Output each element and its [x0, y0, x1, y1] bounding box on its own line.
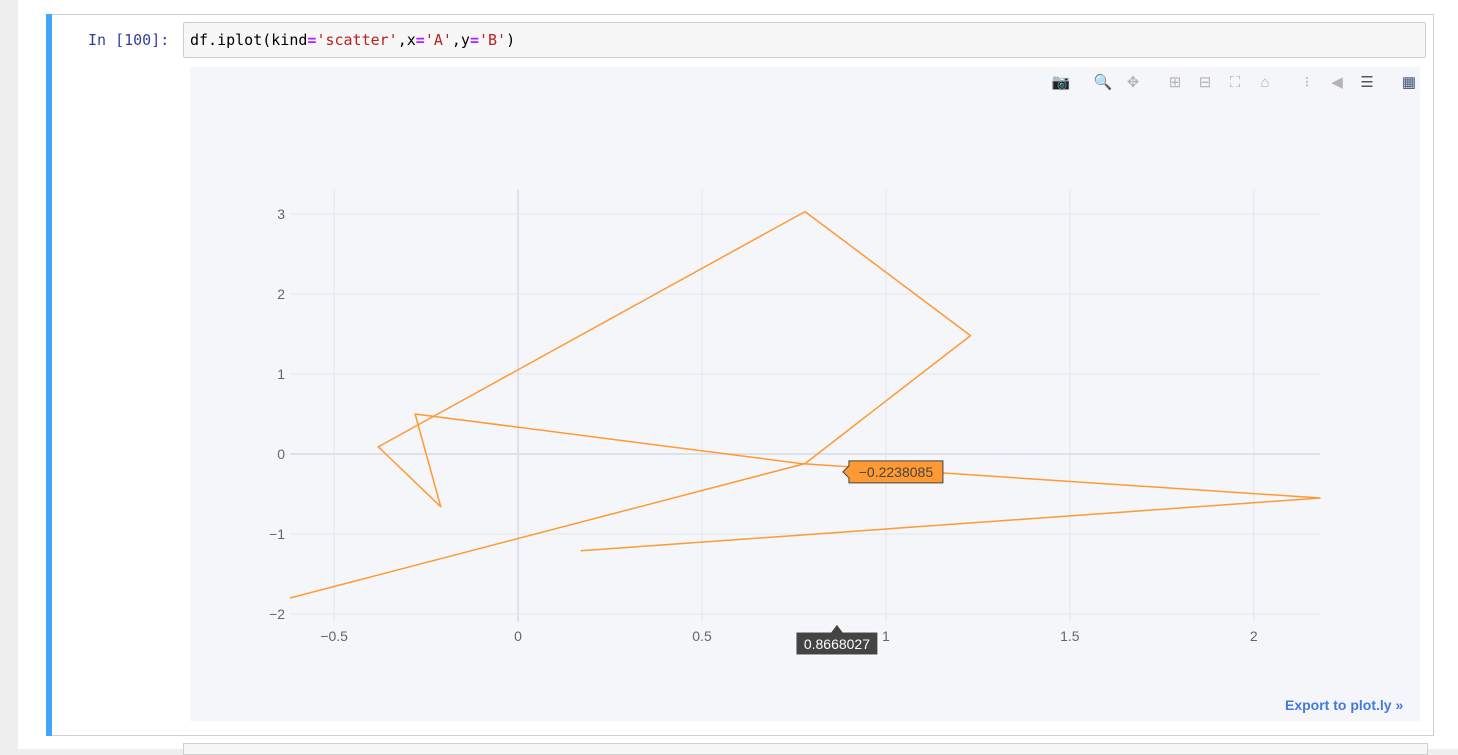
scatter-chart[interactable]: −0.5 0 0.5 1 1.5 2 −2 −1 0 1 2 3 −0.2238085 0.866802… — [0, 0, 1458, 749]
chart-series — [289, 210, 1321, 599]
y-tick-label: −1 — [269, 526, 285, 542]
export-to-plotly-link[interactable]: Export to plot.ly » — [1285, 697, 1403, 713]
x-tick-label: 0 — [514, 628, 522, 644]
notebook-page: In [100]: df.iplot(kind='scatter',x='A',… — [0, 0, 1458, 755]
series-line — [289, 210, 1321, 599]
x-tick-label: −0.5 — [320, 628, 348, 644]
x-tick-label: 2 — [1250, 628, 1258, 644]
next-cell[interactable] — [183, 743, 1428, 755]
y-tick-label: −2 — [269, 606, 285, 622]
y-tick-label: 2 — [277, 286, 285, 302]
x-hover-label-text: 0.8668027 — [804, 636, 870, 652]
x-tick-label: 1.5 — [1060, 628, 1080, 644]
y-tick-label: 1 — [277, 366, 285, 382]
y-tick-label: 3 — [277, 206, 285, 222]
y-tick-label: 0 — [277, 446, 285, 462]
x-tick-label: 0.5 — [692, 628, 712, 644]
x-tick-label: 1 — [882, 628, 890, 644]
y-hover-label-text: −0.2238085 — [859, 464, 934, 480]
chart-hover-labels: −0.2238085 0.8668027 — [795, 460, 944, 656]
